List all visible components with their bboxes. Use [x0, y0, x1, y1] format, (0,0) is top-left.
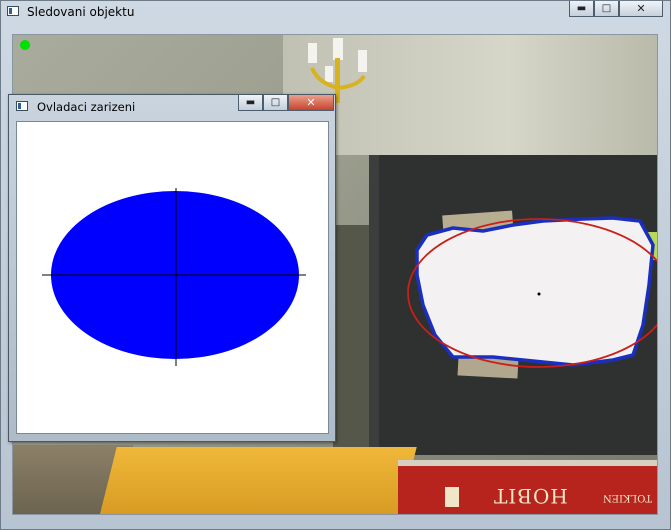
- main-window-title: Sledovani objektu: [27, 5, 135, 19]
- main-titlebar[interactable]: Sledovani objektu ▬ □ ✕: [1, 1, 670, 23]
- object-center: [537, 292, 541, 296]
- control-caption-buttons: ▬ □ ✕: [238, 95, 334, 111]
- control-canvas[interactable]: [16, 121, 329, 434]
- control-window: Ovladaci zarizeni ▬ □ ✕: [8, 94, 336, 442]
- main-maximize-button[interactable]: □: [594, 1, 619, 17]
- maximize-icon: □: [270, 97, 281, 108]
- minimize-icon: ▬: [576, 3, 587, 14]
- main-close-button[interactable]: ✕: [619, 1, 663, 17]
- window-app-icon[interactable]: [16, 101, 28, 111]
- tracked-object-fill: [417, 218, 653, 365]
- main-minimize-button[interactable]: ▬: [569, 1, 594, 17]
- control-window-title: Ovladaci zarizeni: [37, 100, 136, 114]
- control-titlebar[interactable]: Ovladaci zarizeni ▬ □ ✕: [9, 95, 335, 117]
- control-minimize-button[interactable]: ▬: [238, 95, 263, 111]
- control-close-button[interactable]: ✕: [288, 95, 334, 111]
- maximize-icon: □: [601, 3, 612, 14]
- minimize-icon: ▬: [245, 97, 256, 108]
- tracking-status-indicator: [20, 40, 30, 50]
- main-caption-buttons: ▬ □ ✕: [569, 1, 663, 17]
- close-icon: ✕: [306, 96, 316, 109]
- window-app-icon[interactable]: [7, 6, 19, 16]
- control-canvas-graphic: [42, 188, 306, 366]
- control-maximize-button[interactable]: □: [263, 95, 288, 111]
- close-icon: ✕: [636, 2, 646, 15]
